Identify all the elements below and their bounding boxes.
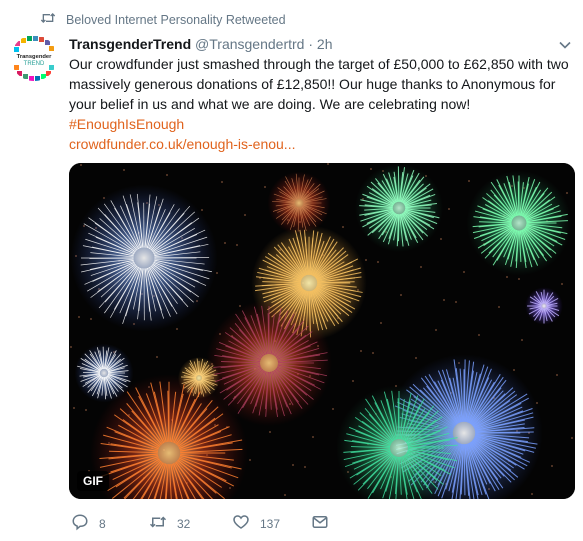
- reply-count: 8: [99, 516, 106, 531]
- avatar-text-top: Transgender: [17, 54, 53, 60]
- retweet-icon: [40, 11, 56, 28]
- tweet-text: Our crowdfunder just smashed through the…: [69, 54, 574, 154]
- retweet-button[interactable]: 32: [149, 513, 190, 534]
- firework-burst: [466, 170, 572, 276]
- firework-burst: [70, 184, 218, 332]
- retweet-action-icon: [149, 513, 167, 534]
- reply-button[interactable]: 8: [71, 513, 106, 534]
- heart-icon: [232, 513, 250, 534]
- like-button[interactable]: 137: [232, 513, 280, 534]
- chevron-down-icon[interactable]: [558, 38, 572, 52]
- header-separator: ·: [308, 36, 314, 52]
- tweet-header: TransgenderTrend @Transgendertrd · 2h: [69, 35, 333, 53]
- tweet-time[interactable]: 2h: [317, 36, 333, 52]
- avatar-text-bottom: TREND: [24, 61, 45, 67]
- author-name[interactable]: TransgenderTrend: [69, 36, 191, 52]
- gif-media[interactable]: GIF: [69, 163, 575, 499]
- fireworks-animation: [69, 163, 575, 499]
- retweet-count: 32: [177, 516, 191, 531]
- gif-badge: GIF: [77, 471, 109, 491]
- avatar[interactable]: Transgender TREND: [11, 35, 57, 81]
- like-count: 137: [260, 516, 281, 531]
- url-link[interactable]: crowdfunder.co.uk/enough-is-enou...: [69, 134, 574, 154]
- direct-message-button[interactable]: [311, 513, 329, 534]
- retweet-notice-text[interactable]: Beloved Internet Personality Retweeted: [66, 13, 286, 27]
- retweet-notice: Beloved Internet Personality Retweeted: [40, 11, 286, 28]
- reply-icon: [71, 513, 89, 534]
- author-handle[interactable]: @Transgendertrd: [195, 36, 304, 52]
- firework-burst: [525, 287, 563, 325]
- hashtag-link[interactable]: #EnoughIsEnough: [69, 114, 574, 134]
- tweet-body: Our crowdfunder just smashed through the…: [69, 56, 569, 112]
- firework-burst: [354, 163, 444, 253]
- tweet-actions: 8 32 137: [69, 513, 349, 535]
- envelope-icon: [311, 513, 329, 534]
- firework-burst: [267, 171, 331, 235]
